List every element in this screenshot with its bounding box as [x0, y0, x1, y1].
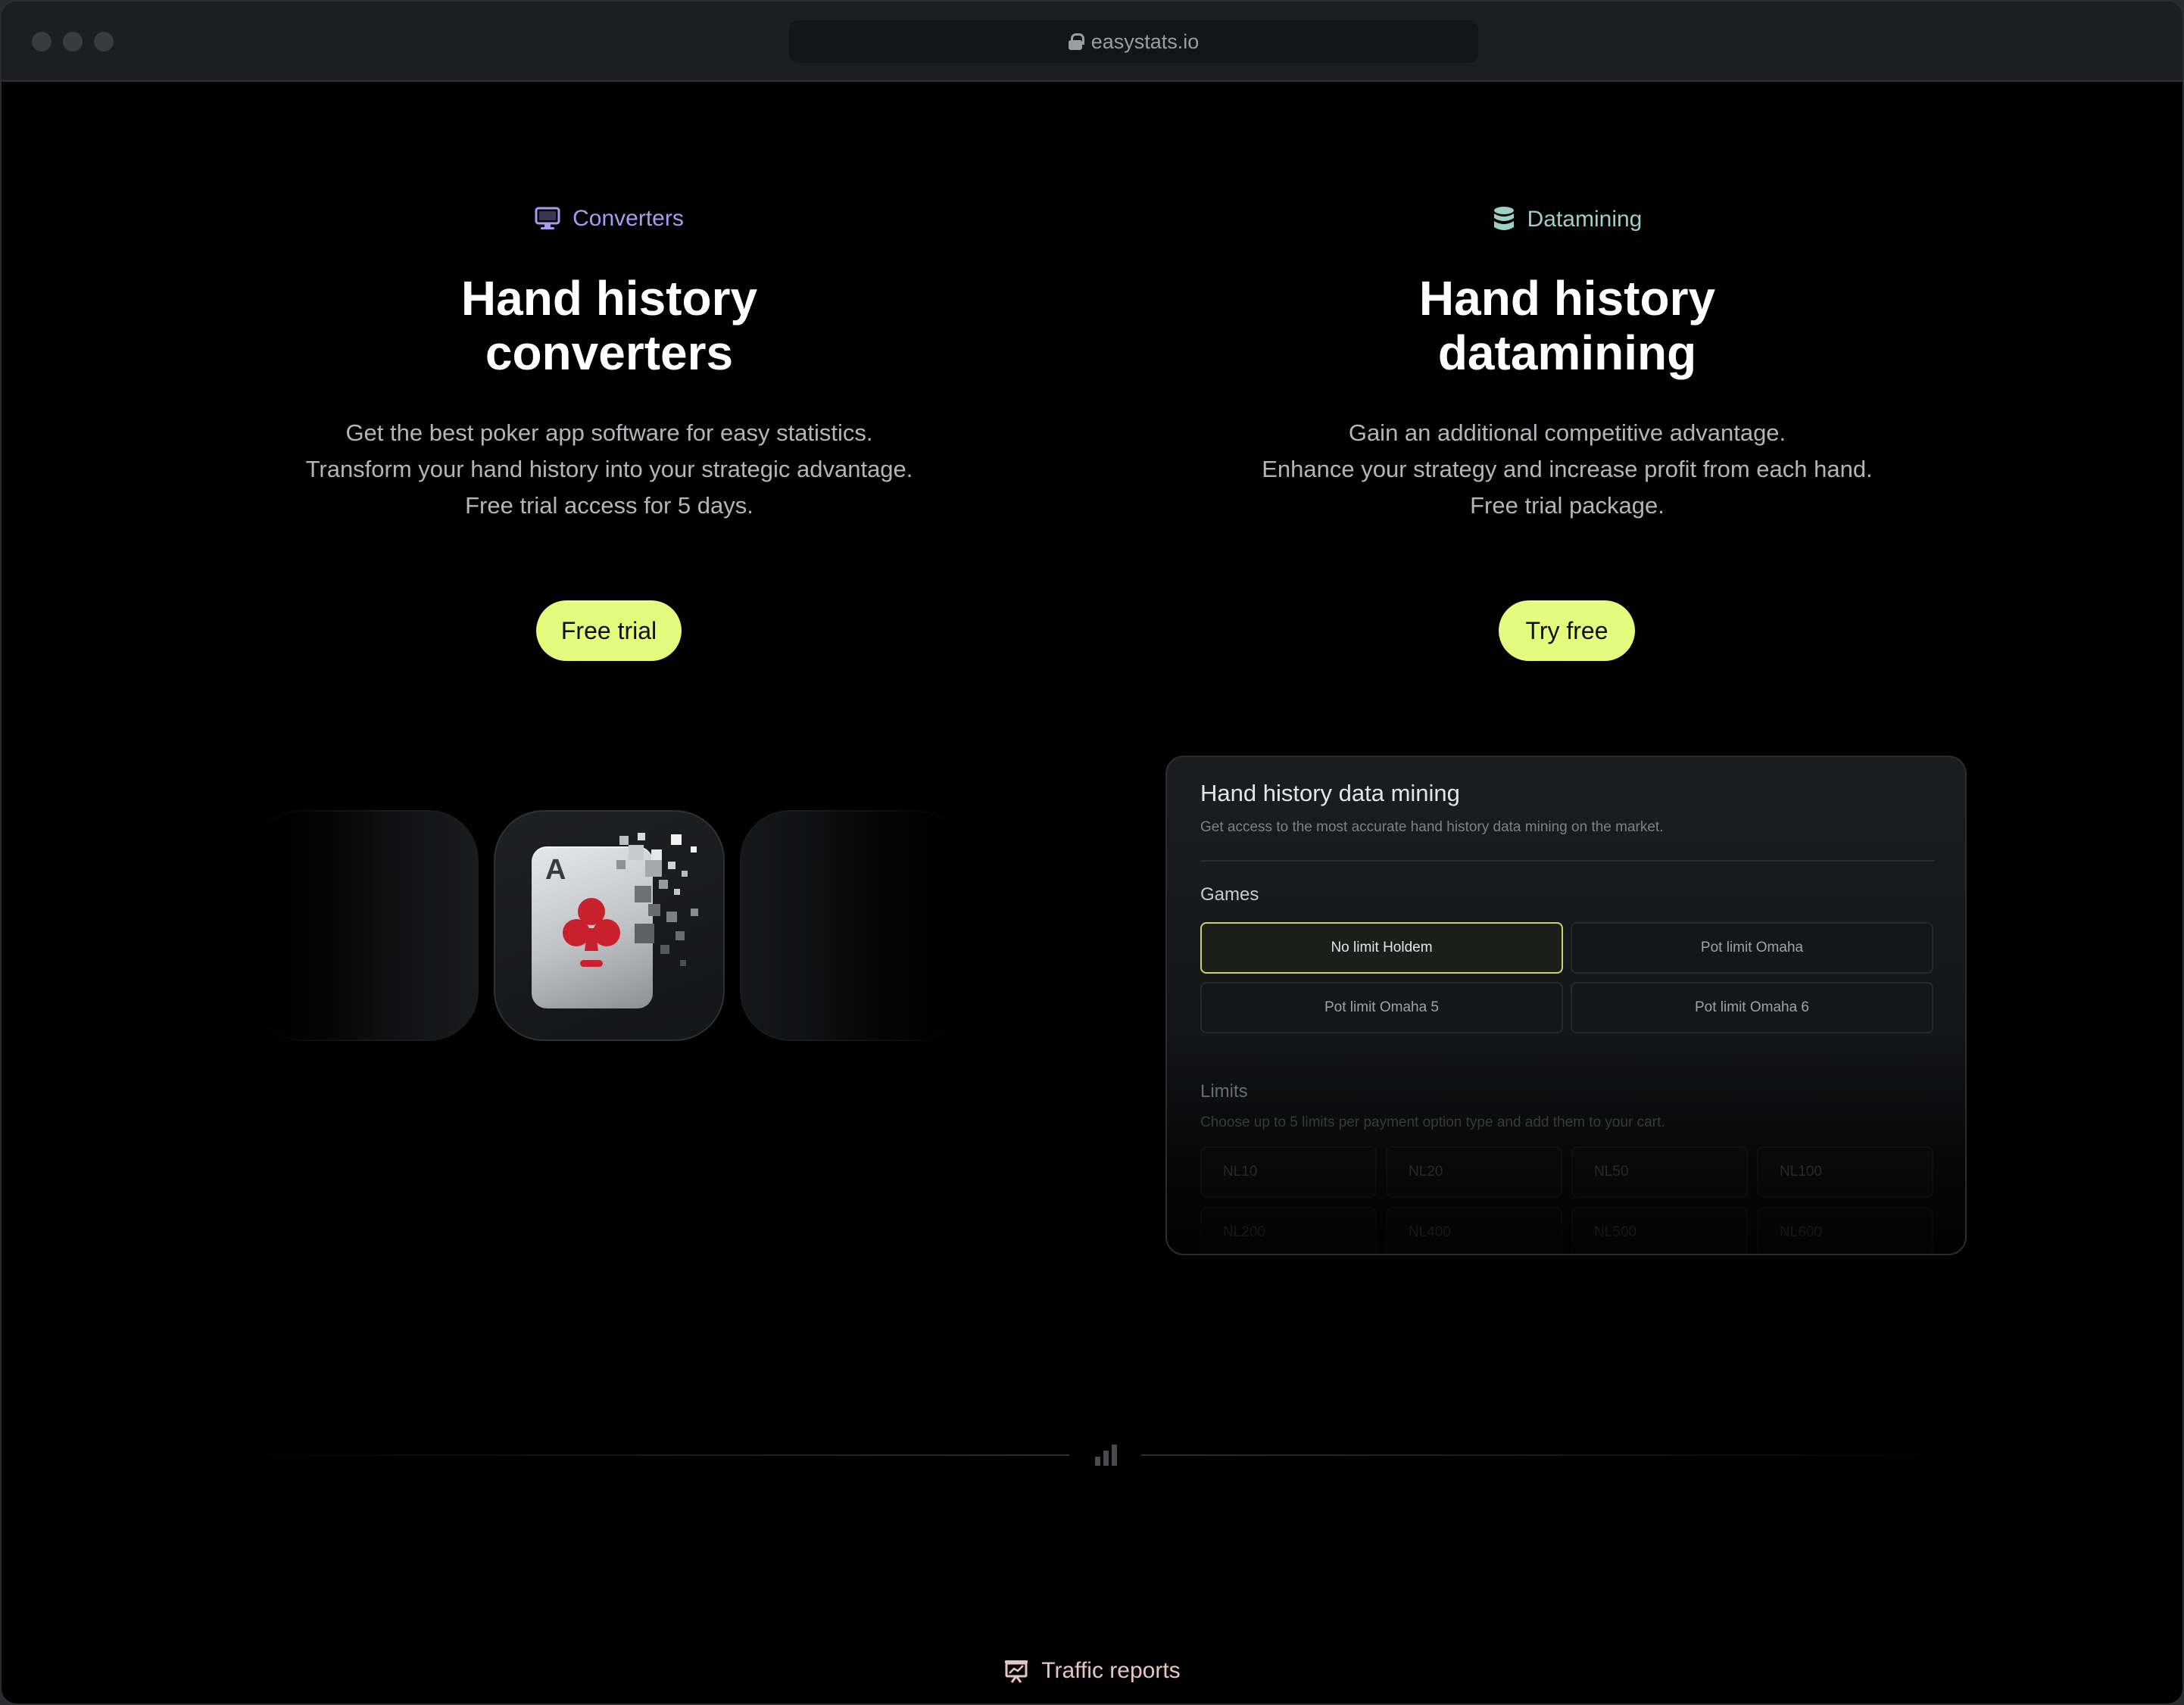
limit-option[interactable]: NL20: [1386, 1146, 1562, 1198]
traffic-reports-label: Traffic reports: [1041, 1658, 1181, 1683]
carousel-tile-next[interactable]: [740, 810, 967, 1041]
converters-heading-line2: converters: [485, 326, 734, 380]
try-free-button[interactable]: Try free: [1499, 600, 1635, 661]
limit-option[interactable]: NL50: [1571, 1146, 1748, 1198]
limit-option[interactable]: NL500: [1571, 1207, 1748, 1254]
converters-heading-line1: Hand history: [460, 271, 758, 326]
datamining-desc-line3: Free trial package.: [1470, 492, 1665, 519]
game-option-pot-limit-omaha-6[interactable]: Pot limit Omaha 6: [1571, 982, 1933, 1033]
datamining-heading-line1: Hand history: [1418, 271, 1716, 326]
bar-chart-icon: [1095, 1445, 1117, 1466]
traffic-reports-eyebrow: Traffic reports: [2, 1658, 2182, 1684]
limits-label: Limits: [1200, 1081, 1248, 1102]
browser-titlebar: easystats.io: [2, 2, 2182, 82]
games-label: Games: [1200, 884, 1259, 905]
database-icon: [1493, 207, 1514, 230]
limit-option[interactable]: NL200: [1200, 1207, 1377, 1254]
carousel-tile-active[interactable]: A: [494, 810, 725, 1041]
panel-divider: [1200, 860, 1935, 862]
minimize-window-button[interactable]: [63, 32, 83, 51]
lock-icon: [1068, 33, 1084, 50]
datamining-eyebrow: Datamining: [1111, 206, 2023, 233]
converters-eyebrow: Converters: [153, 206, 1065, 232]
converters-description: Get the best poker app software for easy…: [153, 415, 1065, 524]
section-divider-right: [1141, 1454, 1967, 1456]
limit-option[interactable]: NL10: [1200, 1146, 1377, 1198]
datamining-preview-panel: Hand history data mining Get access to t…: [1165, 756, 1967, 1255]
monitor-icon: [535, 207, 560, 229]
limits-description: Choose up to 5 limits per payment option…: [1200, 1114, 1665, 1130]
presentation-chart-icon: [1005, 1660, 1028, 1683]
converters-desc-line1: Get the best poker app software for easy…: [345, 419, 873, 446]
datamining-desc-line1: Gain an additional competitive advantage…: [1348, 419, 1786, 446]
address-bar[interactable]: easystats.io: [789, 20, 1478, 63]
limit-option[interactable]: NL400: [1386, 1207, 1562, 1254]
converters-eyebrow-label: Converters: [573, 206, 684, 231]
carousel-tile-previous[interactable]: [251, 810, 479, 1041]
game-option-pot-limit-omaha-5[interactable]: Pot limit Omaha 5: [1200, 982, 1563, 1033]
game-option-no-limit-holdem[interactable]: No limit Holdem: [1200, 922, 1563, 974]
limit-option[interactable]: NL100: [1757, 1146, 1933, 1198]
url-text: easystats.io: [1090, 30, 1200, 53]
panel-title: Hand history data mining: [1200, 780, 1460, 806]
panel-subtitle: Get access to the most accurate hand his…: [1200, 819, 1664, 835]
free-trial-button[interactable]: Free trial: [536, 600, 682, 661]
game-option-pot-limit-omaha[interactable]: Pot limit Omaha: [1571, 922, 1933, 974]
datamining-desc-line2: Enhance your strategy and increase profi…: [1262, 456, 1873, 482]
card-rank: A: [545, 854, 566, 886]
close-window-button[interactable]: [32, 32, 51, 51]
converters-desc-line2: Transform your hand history into your st…: [305, 456, 913, 482]
datamining-heading: Hand history datamining: [1111, 271, 2023, 380]
datamining-heading-line2: datamining: [1437, 326, 1697, 380]
converters-heading: Hand history converters: [153, 271, 1065, 380]
datamining-eyebrow-label: Datamining: [1527, 207, 1643, 232]
limit-option[interactable]: NL600: [1757, 1207, 1933, 1254]
browser-window: easystats.io Converters Hand history con…: [0, 0, 2184, 1705]
maximize-window-button[interactable]: [94, 32, 114, 51]
datamining-description: Gain an additional competitive advantage…: [1111, 415, 2023, 524]
converters-desc-line3: Free trial access for 5 days.: [465, 492, 753, 519]
section-divider-left: [221, 1454, 1069, 1456]
pixel-dissolve-effect: [616, 833, 698, 966]
